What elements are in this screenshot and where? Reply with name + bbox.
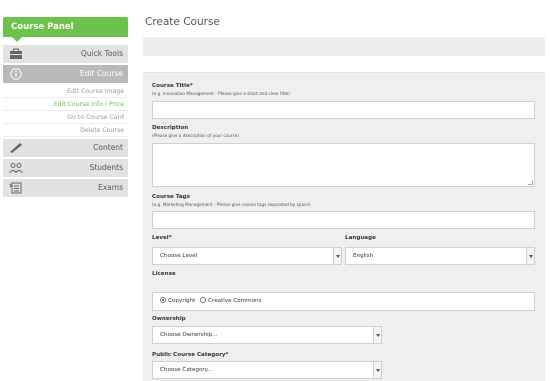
notice-banner xyxy=(143,37,545,56)
course-panel-header: Course Panel xyxy=(3,17,128,42)
level-label: Level* xyxy=(152,235,172,241)
students-icon xyxy=(9,163,23,174)
ownership-select[interactable]: Choose Ownership... xyxy=(152,326,382,344)
sidebar-item-content[interactable]: Content xyxy=(3,139,128,157)
course-tags-input[interactable] xyxy=(152,211,535,229)
creative-commons-radio[interactable] xyxy=(200,297,207,303)
description-label: Description xyxy=(152,125,189,131)
course-tags-label: Course Tags xyxy=(152,194,190,200)
toolbox-icon xyxy=(10,48,22,59)
submenu-go-to-course-card[interactable]: Go to Course Card xyxy=(3,111,128,124)
page-title: Create Course xyxy=(145,16,220,28)
panel-header-notch xyxy=(12,37,22,42)
sidebar-item-label: Content xyxy=(93,143,123,152)
sidebar-item-label: Exams xyxy=(98,183,123,192)
info-icon xyxy=(10,68,22,80)
course-title-hint: (e.g. Innovation Management - Please giv… xyxy=(152,91,290,96)
submenu-edit-course-info-price[interactable]: Edit Course Info / Price xyxy=(3,98,128,111)
submenu-delete-course[interactable]: Delete Course xyxy=(3,124,128,137)
language-label: Language xyxy=(345,235,376,241)
copyright-radio[interactable] xyxy=(160,297,166,303)
license-radio-group: Copyright Creative Commons xyxy=(152,292,535,311)
sidebar-item-quick-tools[interactable]: Quick Tools xyxy=(3,45,128,63)
language-select[interactable]: English xyxy=(345,247,535,265)
course-panel-sidebar: Course Panel Quick Tools Edit Course Edi… xyxy=(3,17,128,197)
course-title-label: Course Title* xyxy=(152,83,193,89)
level-select-value: Choose Level xyxy=(160,253,198,259)
course-tags-hint: (e.g. Marketing Management - Please give… xyxy=(152,202,311,207)
sidebar-item-label: Quick Tools xyxy=(80,49,123,58)
course-title-input[interactable] xyxy=(152,101,535,119)
exam-icon xyxy=(9,182,22,194)
page: Course Panel Quick Tools Edit Course Edi… xyxy=(0,0,550,381)
edit-course-submenu: Edit Course Image Edit Course Info / Pri… xyxy=(3,85,128,137)
license-label: License xyxy=(152,271,176,277)
chevron-down-icon[interactable] xyxy=(526,248,534,264)
sidebar-item-label: Students xyxy=(89,163,123,172)
sidebar-item-exams[interactable]: Exams xyxy=(3,179,128,197)
chevron-down-icon[interactable] xyxy=(373,327,381,343)
language-select-value: English xyxy=(353,253,374,259)
main-content: Create Course Course Title* (e.g. Innova… xyxy=(143,0,550,381)
course-panel-title: Course Panel xyxy=(11,22,74,32)
submenu-edit-course-image[interactable]: Edit Course Image xyxy=(3,85,128,98)
creative-commons-radio-label: Creative Commons xyxy=(208,298,262,304)
copyright-radio-label: Copyright xyxy=(168,298,196,304)
public-category-label: Public Course Category* xyxy=(152,352,229,358)
pen-icon xyxy=(10,143,22,153)
ownership-label: Ownership xyxy=(152,316,186,322)
create-course-form: Course Title* (e.g. Innovation Managemen… xyxy=(143,72,545,381)
public-category-select[interactable]: Choose Category... xyxy=(152,361,382,379)
level-select[interactable]: Choose Level xyxy=(152,247,342,265)
sidebar-item-label: Edit Course xyxy=(79,69,123,78)
sidebar-item-students[interactable]: Students xyxy=(3,159,128,177)
resize-handle-icon[interactable] xyxy=(528,180,533,185)
chevron-down-icon[interactable] xyxy=(373,362,381,378)
public-category-select-value: Choose Category... xyxy=(160,367,213,373)
ownership-select-value: Choose Ownership... xyxy=(160,332,218,338)
description-textarea[interactable] xyxy=(152,143,535,187)
description-hint: (Please give a description of your cours… xyxy=(152,133,240,138)
sidebar-item-edit-course[interactable]: Edit Course xyxy=(3,65,128,83)
chevron-down-icon[interactable] xyxy=(333,248,341,264)
